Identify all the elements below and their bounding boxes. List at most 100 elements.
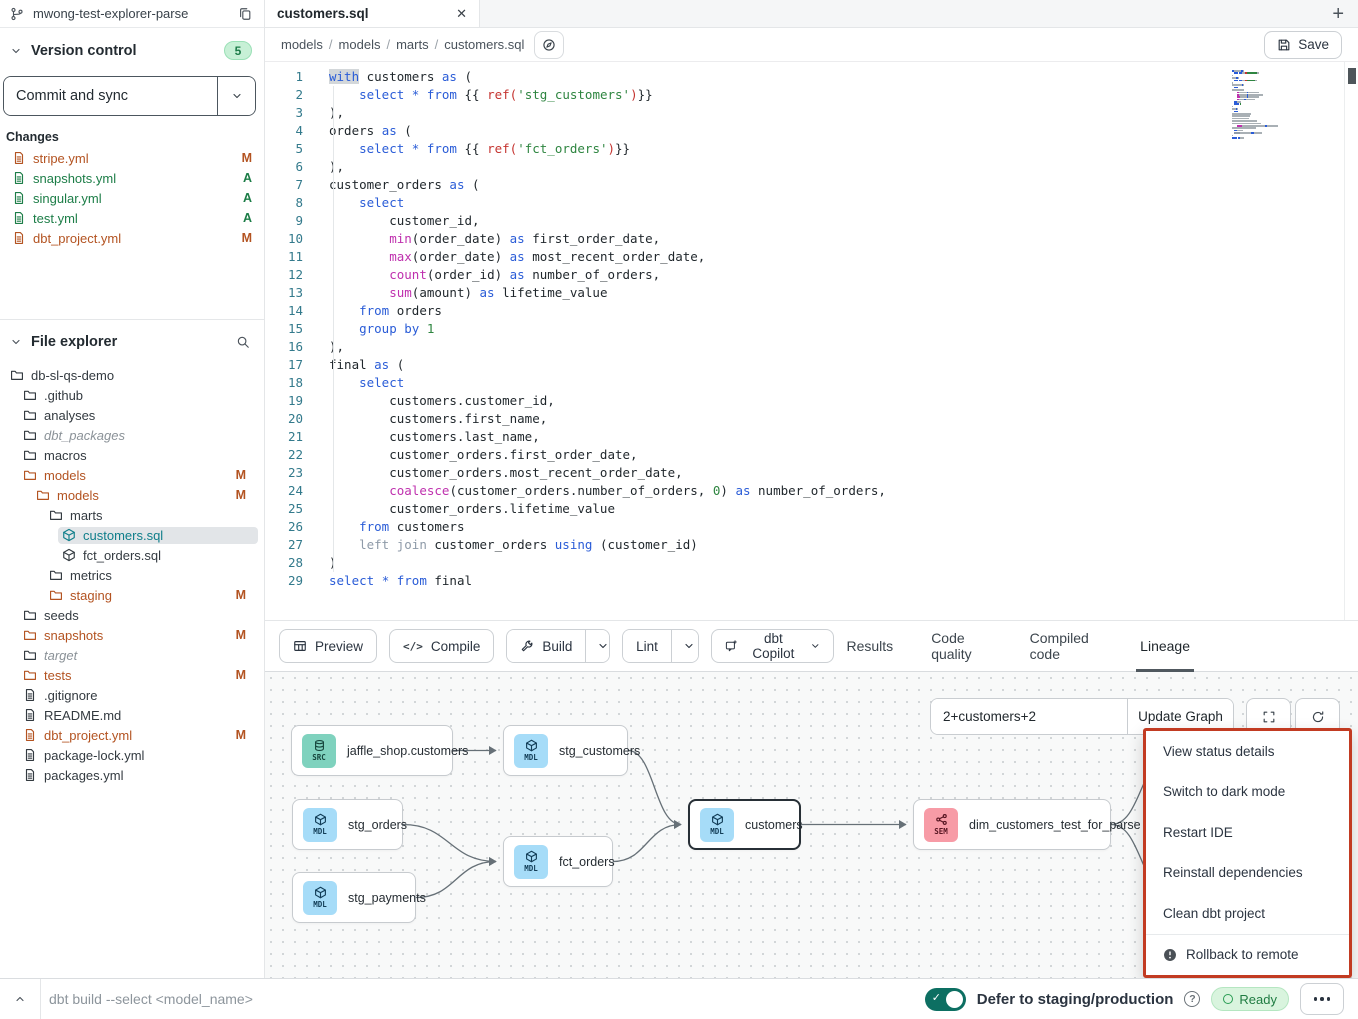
tree-item-customers.sql[interactable]: customers.sql — [0, 525, 264, 545]
file-search-button[interactable] — [234, 333, 252, 351]
tree-item-README.md[interactable]: README.md — [0, 705, 264, 725]
build-split-button: Build — [506, 629, 610, 663]
lint-options-button[interactable] — [671, 630, 699, 662]
defer-toggle[interactable]: ✓ — [925, 988, 966, 1011]
lineage-node-jaffle_shop_customers[interactable]: SRCjaffle_shop.customers — [291, 725, 453, 776]
breadcrumb-item[interactable]: marts — [396, 37, 429, 52]
tree-item-macros[interactable]: macros — [0, 445, 264, 465]
panel-tab-code-quality[interactable]: Code quality — [931, 621, 991, 671]
tree-item-status: M — [236, 668, 246, 682]
change-item-singular.yml[interactable]: singular.ymlA — [0, 188, 264, 208]
tree-item-tests[interactable]: tests M — [0, 665, 264, 685]
tree-item-packages.yml[interactable]: packages.yml — [0, 765, 264, 785]
change-file-name: singular.yml — [33, 191, 102, 206]
build-options-button[interactable] — [585, 630, 610, 662]
breadcrumb-item[interactable]: models — [339, 37, 381, 52]
lineage-node-stg_payments[interactable]: MDLstg_payments — [292, 872, 416, 923]
chevron-down-icon — [683, 640, 695, 652]
tree-item-label: README.md — [44, 708, 121, 723]
lineage-node-stg_customers[interactable]: MDLstg_customers — [503, 725, 628, 776]
menu-item-label: Rollback to remote — [1186, 947, 1299, 962]
change-item-test.yml[interactable]: test.ymlA — [0, 208, 264, 228]
folder-icon — [23, 668, 37, 682]
menu-item-switch-to-dark-mode[interactable]: Switch to dark mode — [1146, 772, 1349, 813]
commit-options-button[interactable] — [217, 77, 255, 115]
close-tab-button[interactable]: ✕ — [456, 6, 467, 22]
menu-item-view-status-details[interactable]: View status details — [1146, 731, 1349, 772]
tab-customers-sql[interactable]: customers.sql ✕ — [265, 0, 480, 27]
breadcrumb-item[interactable]: customers.sql — [444, 37, 524, 52]
editor-scrollbar[interactable] — [1348, 68, 1356, 84]
panel-tab-compiled-code[interactable]: Compiled code — [1030, 621, 1103, 671]
code-line-2: 2 select * from {{ ref('stg_customers')}… — [265, 86, 1358, 104]
menu-item-rollback-to-remote[interactable]: Rollback to remote — [1146, 934, 1349, 976]
dbt-copilot-button[interactable]: dbt Copilot — [711, 629, 835, 663]
chevron-down-icon[interactable] — [8, 43, 24, 59]
node-label: dim_customers_test_for_parse — [969, 818, 1141, 832]
help-icon[interactable]: ? — [1184, 991, 1200, 1007]
panel-tab-results[interactable]: Results — [847, 621, 894, 671]
tree-item-marts[interactable]: marts — [0, 505, 264, 525]
alert-icon — [1163, 948, 1177, 962]
tree-item-label: db-sl-qs-demo — [31, 368, 114, 383]
expand-command-bar-button[interactable] — [0, 979, 40, 1019]
open-in-explorer-button[interactable] — [534, 31, 564, 59]
lineage-node-dim_customers_test_for_parse[interactable]: SEMdim_customers_test_for_parse — [913, 799, 1111, 850]
line-number: 11 — [265, 248, 303, 266]
code-line-23: 23 customer_orders.most_recent_order_dat… — [265, 464, 1358, 482]
compile-button[interactable]: </> Compile — [389, 629, 494, 663]
tree-item-package-lock.yml[interactable]: package-lock.yml — [0, 745, 264, 765]
tree-item-metrics[interactable]: metrics — [0, 565, 264, 585]
lineage-node-customers[interactable]: MDLcustomers — [688, 799, 801, 850]
tree-item-models[interactable]: modelsM — [0, 485, 264, 505]
change-item-stripe.yml[interactable]: stripe.ymlM — [0, 148, 264, 168]
tree-item-target[interactable]: target — [0, 645, 264, 665]
tree-item-.github[interactable]: .github — [0, 385, 264, 405]
file-icon — [23, 748, 37, 762]
tree-item-.gitignore[interactable]: .gitignore — [0, 685, 264, 705]
lineage-node-stg_orders[interactable]: MDLstg_orders — [292, 799, 403, 850]
save-button[interactable]: Save — [1264, 31, 1342, 59]
line-number: 13 — [265, 284, 303, 302]
lint-button[interactable]: Lint — [623, 630, 671, 662]
menu-item-clean-dbt-project[interactable]: Clean dbt project — [1146, 893, 1349, 934]
line-number: 15 — [265, 320, 303, 338]
node-label: stg_orders — [348, 818, 407, 832]
main-area: customers.sql ✕ + models/models/marts/cu… — [265, 0, 1358, 978]
panel-tab-lineage[interactable]: Lineage — [1140, 621, 1190, 671]
new-tab-button[interactable]: + — [1332, 0, 1344, 28]
tree-item-db-sl-qs-demo[interactable]: db-sl-qs-demo — [0, 365, 264, 385]
preview-button[interactable]: Preview — [279, 629, 377, 663]
tree-item-fct_orders.sql[interactable]: fct_orders.sql — [0, 545, 264, 565]
copy-branch-button[interactable] — [236, 5, 254, 23]
tree-item-analyses[interactable]: analyses — [0, 405, 264, 425]
tree-item-snapshots[interactable]: snapshotsM — [0, 625, 264, 645]
code-line-21: 21 customers.last_name, — [265, 428, 1358, 446]
breadcrumb-item[interactable]: models — [281, 37, 323, 52]
tree-item-dbt_packages[interactable]: dbt_packages — [0, 425, 264, 445]
lineage-node-fct_orders[interactable]: MDLfct_orders — [503, 836, 613, 887]
change-item-dbt_project.yml[interactable]: dbt_project.ymlM — [0, 228, 264, 248]
change-item-snapshots.yml[interactable]: snapshots.ymlA — [0, 168, 264, 188]
folder-icon — [23, 428, 37, 442]
lineage-selector-input[interactable] — [931, 699, 1127, 734]
tree-item-seeds[interactable]: seeds — [0, 605, 264, 625]
breadcrumb: models/models/marts/customers.sql — [281, 37, 524, 52]
file-icon — [12, 171, 26, 185]
command-input[interactable] — [49, 991, 925, 1007]
chevron-down-icon[interactable] — [8, 334, 24, 350]
tree-item-label: tests — [44, 668, 71, 683]
minimap[interactable] — [1232, 70, 1306, 139]
build-button[interactable]: Build — [507, 630, 585, 662]
menu-item-restart-ide[interactable]: Restart IDE — [1146, 812, 1349, 853]
node-badge-mdl: MDL — [303, 881, 337, 915]
tree-item-label: dbt_project.yml — [44, 728, 132, 743]
tree-item-staging[interactable]: stagingM — [0, 585, 264, 605]
more-options-button[interactable] — [1300, 983, 1344, 1015]
code-editor[interactable]: 1with customers as (2 select * from {{ r… — [265, 62, 1358, 620]
menu-item-reinstall-dependencies[interactable]: Reinstall dependencies — [1146, 853, 1349, 894]
tree-item-dbt_project.yml[interactable]: dbt_project.ymlM — [0, 725, 264, 745]
tree-item-models[interactable]: modelsM — [0, 465, 264, 485]
node-label: fct_orders — [559, 855, 615, 869]
commit-and-sync-button[interactable]: Commit and sync — [4, 77, 217, 115]
